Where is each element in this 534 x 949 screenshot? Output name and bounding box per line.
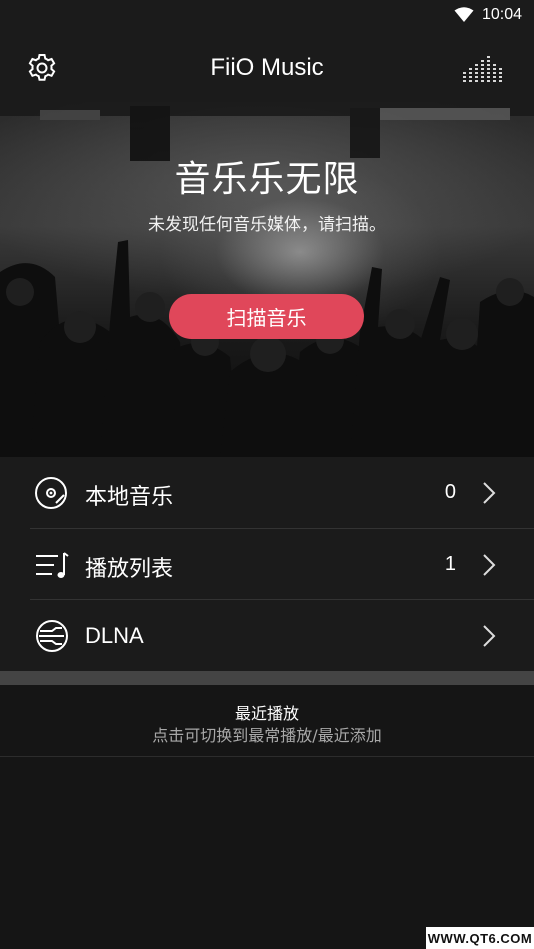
menu-item-playlists[interactable]: 播放列表 1 xyxy=(30,529,534,600)
hero-banner: 音乐乐无限 未发现任何音乐媒体，请扫描。 扫描音乐 xyxy=(0,102,534,457)
menu-item-label: DLNA xyxy=(85,623,144,648)
chevron-right-icon xyxy=(483,482,496,504)
status-time: 10:04 xyxy=(481,6,522,23)
recent-play-toggle[interactable]: 最近播放 点击可切换到最常播放/最近添加 xyxy=(0,685,534,757)
library-menu: 本地音乐 0 播放列表 1 DLNA xyxy=(0,457,534,671)
hero-subtitle: 未发现任何音乐媒体，请扫描。 xyxy=(148,215,386,235)
wifi-icon xyxy=(454,7,474,22)
recent-subtitle: 点击可切换到最常播放/最近添加 xyxy=(152,726,382,745)
chevron-right-icon xyxy=(483,625,496,647)
section-separator xyxy=(0,671,534,685)
scan-music-button[interactable]: 扫描音乐 xyxy=(169,294,364,339)
chevron-right-icon xyxy=(483,554,496,576)
equalizer-button[interactable] xyxy=(462,52,506,84)
menu-item-label: 播放列表 xyxy=(85,557,174,582)
hero-title: 音乐乐无限 xyxy=(174,159,360,200)
recent-title: 最近播放 xyxy=(234,704,299,723)
playlist-icon xyxy=(36,552,69,578)
vinyl-disc-icon xyxy=(35,477,67,509)
equalizer-icon xyxy=(463,56,502,82)
menu-item-dlna[interactable]: DLNA xyxy=(30,600,534,671)
divider xyxy=(0,756,534,757)
watermark: WWW.QT6.COM xyxy=(426,927,534,949)
menu-item-count: 1 xyxy=(444,553,456,575)
app-bar: FiiO Music xyxy=(0,30,534,102)
status-icons: 10:04 xyxy=(454,4,522,26)
dlna-icon xyxy=(36,620,68,652)
menu-item-count: 0 xyxy=(444,481,456,503)
menu-item-local-music[interactable]: 本地音乐 0 xyxy=(30,457,534,528)
menu-item-label: 本地音乐 xyxy=(85,485,174,510)
app-title: FiiO Music xyxy=(210,54,324,81)
status-bar: 10:04 xyxy=(0,0,534,30)
